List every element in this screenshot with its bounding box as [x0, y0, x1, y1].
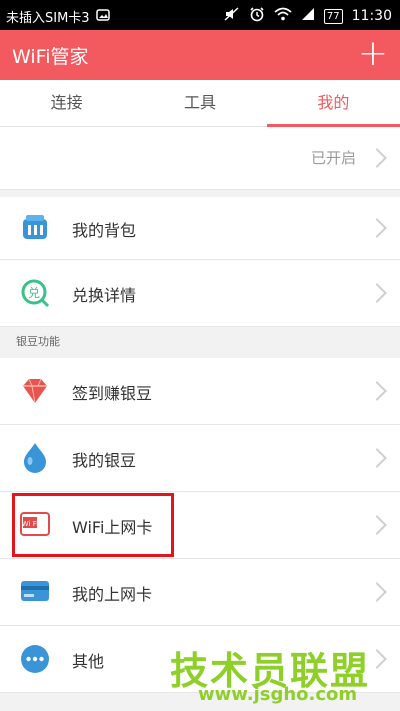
mute-icon	[224, 7, 240, 25]
status-row[interactable]: 已开启	[0, 127, 400, 190]
chevron-right-icon	[367, 381, 387, 401]
more-icon	[20, 644, 50, 674]
signal-icon	[301, 7, 315, 25]
svg-text:兑: 兑	[28, 286, 40, 300]
list-item-label: 其他	[72, 652, 105, 671]
add-button[interactable]: +	[358, 34, 388, 74]
list-item-label: 我的背包	[72, 221, 137, 240]
exchange-icon: 兑	[20, 278, 50, 308]
app-bar: WiFi管家 +	[0, 30, 400, 80]
list-item-label: 我的上网卡	[72, 585, 153, 604]
status-text: 已开启	[310, 149, 356, 167]
chevron-right-icon	[367, 582, 387, 602]
wifi-icon	[274, 7, 292, 25]
app-title: WiFi管家	[12, 46, 89, 68]
alarm-icon	[249, 6, 265, 26]
list-item-silver-beans[interactable]: 我的银豆	[0, 425, 400, 492]
list-item-label: 兑换详情	[72, 286, 137, 305]
chevron-right-icon	[367, 218, 387, 238]
highlight-box	[12, 493, 174, 557]
tab-connect[interactable]: 连接	[0, 80, 133, 126]
chevron-right-icon	[367, 283, 387, 303]
image-icon	[95, 8, 110, 25]
chevron-right-icon	[367, 448, 387, 468]
list-item-label: 签到赚银豆	[72, 384, 153, 403]
battery-icon: 77	[323, 8, 343, 24]
carrier-text: 未插入SIM卡3	[6, 11, 90, 26]
section-header: 银豆功能	[0, 327, 400, 357]
chevron-right-icon	[367, 148, 387, 168]
list-item-backpack[interactable]: 我的背包	[0, 197, 400, 260]
list-item-signin[interactable]: 签到赚银豆	[0, 358, 400, 425]
status-bar: 未插入SIM卡3 77 11:30	[0, 0, 400, 30]
list-item-exchange[interactable]: 兑 兑换详情	[0, 260, 400, 327]
silver-bean-icon	[20, 441, 50, 473]
list-item-label: 我的银豆	[72, 451, 137, 470]
tab-tools[interactable]: 工具	[133, 80, 266, 126]
tab-mine[interactable]: 我的	[266, 80, 400, 127]
chevron-right-icon	[367, 515, 387, 535]
diamond-icon	[20, 376, 50, 406]
tab-bar: 连接 工具 我的	[0, 80, 400, 127]
watermark: 技术员联盟 www.jsgho.com	[170, 640, 395, 707]
clock: 11:30	[351, 8, 392, 24]
card-icon	[20, 579, 50, 609]
list-item-my-card[interactable]: 我的上网卡	[0, 559, 400, 626]
watermark-url: www.jsgho.com	[198, 684, 358, 705]
backpack-icon	[20, 213, 50, 243]
